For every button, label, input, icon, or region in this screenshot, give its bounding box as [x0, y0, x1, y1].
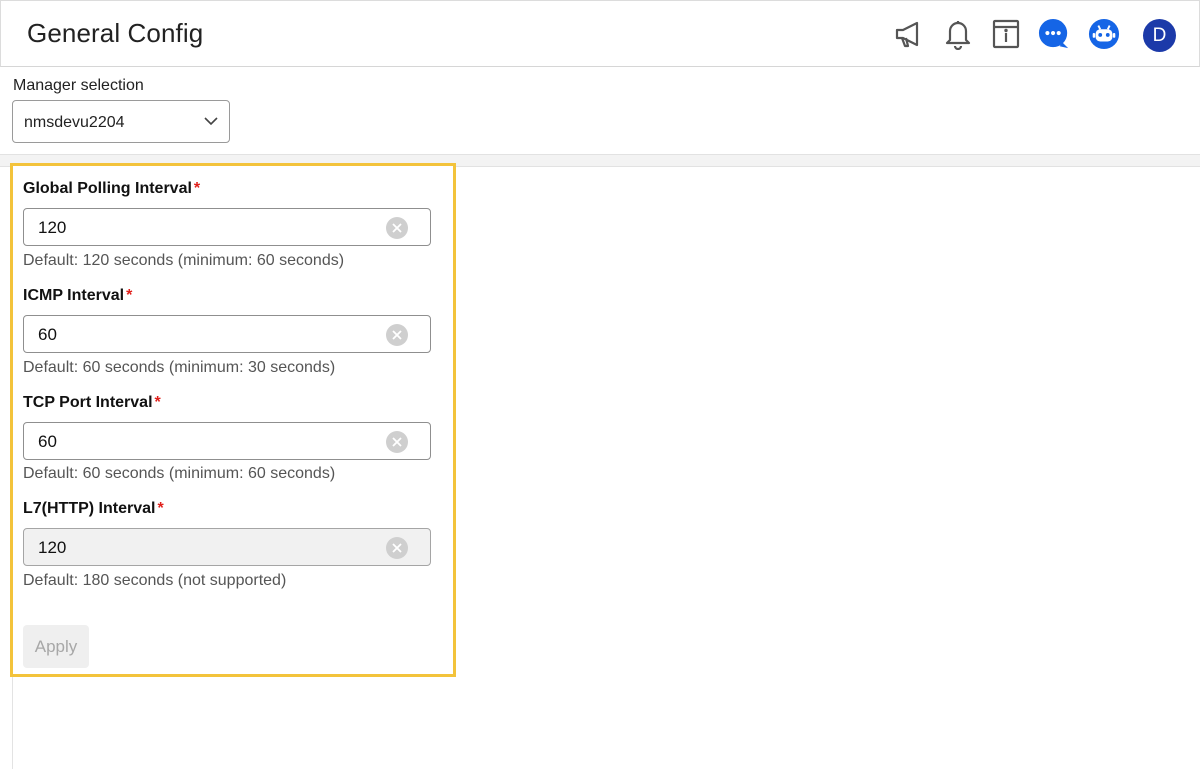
icmp-interval-label: ICMP Interval *: [23, 287, 133, 304]
required-marker: *: [154, 394, 161, 411]
tcp-port-interval-input[interactable]: 60: [23, 422, 431, 460]
global-polling-interval-input[interactable]: 120: [23, 208, 431, 246]
megaphone-icon[interactable]: [892, 17, 924, 51]
avatar[interactable]: D: [1143, 19, 1176, 52]
required-marker: *: [126, 287, 133, 304]
chevron-down-icon: [203, 114, 219, 133]
manager-select-value: nmsdevu2204: [24, 114, 125, 131]
bell-icon[interactable]: [942, 17, 974, 51]
clear-icon[interactable]: [386, 431, 408, 453]
manager-select[interactable]: nmsdevu2204: [12, 100, 230, 143]
tcp-port-interval-helper: Default: 60 seconds (minimum: 60 seconds…: [23, 465, 336, 482]
icmp-interval-value: 60: [38, 325, 57, 344]
clear-icon: [386, 537, 408, 559]
l7-http-interval-helper: Default: 180 seconds (not supported): [23, 572, 287, 589]
global-polling-interval-helper: Default: 120 seconds (minimum: 60 second…: [23, 252, 345, 269]
manager-selection-label: Manager selection: [13, 77, 144, 94]
page-title: General Config: [27, 18, 204, 48]
tcp-port-interval-value: 60: [38, 432, 57, 451]
l7-http-interval-input: 120: [23, 528, 431, 566]
interval-config-form: Global Polling Interval * 120 Default: 12…: [10, 163, 456, 677]
chat-icon[interactable]: [1038, 17, 1070, 51]
app-header: General Config D: [0, 0, 1200, 67]
global-polling-interval-value: 120: [38, 218, 67, 237]
global-polling-interval-label: Global Polling Interval *: [23, 180, 201, 197]
apply-button[interactable]: Apply: [23, 625, 89, 668]
bot-icon[interactable]: [1088, 17, 1120, 51]
l7-http-interval-value: 120: [38, 538, 67, 557]
icmp-interval-input[interactable]: 60: [23, 315, 431, 353]
tcp-port-interval-label: TCP Port Interval *: [23, 394, 161, 411]
icmp-interval-helper: Default: 60 seconds (minimum: 30 seconds…: [23, 359, 336, 376]
required-marker: *: [157, 500, 164, 517]
clear-icon[interactable]: [386, 324, 408, 346]
clear-icon[interactable]: [386, 217, 408, 239]
info-panel-icon[interactable]: [990, 17, 1022, 51]
l7-http-interval-label: L7(HTTP) Interval *: [23, 500, 164, 517]
required-marker: *: [193, 180, 201, 197]
